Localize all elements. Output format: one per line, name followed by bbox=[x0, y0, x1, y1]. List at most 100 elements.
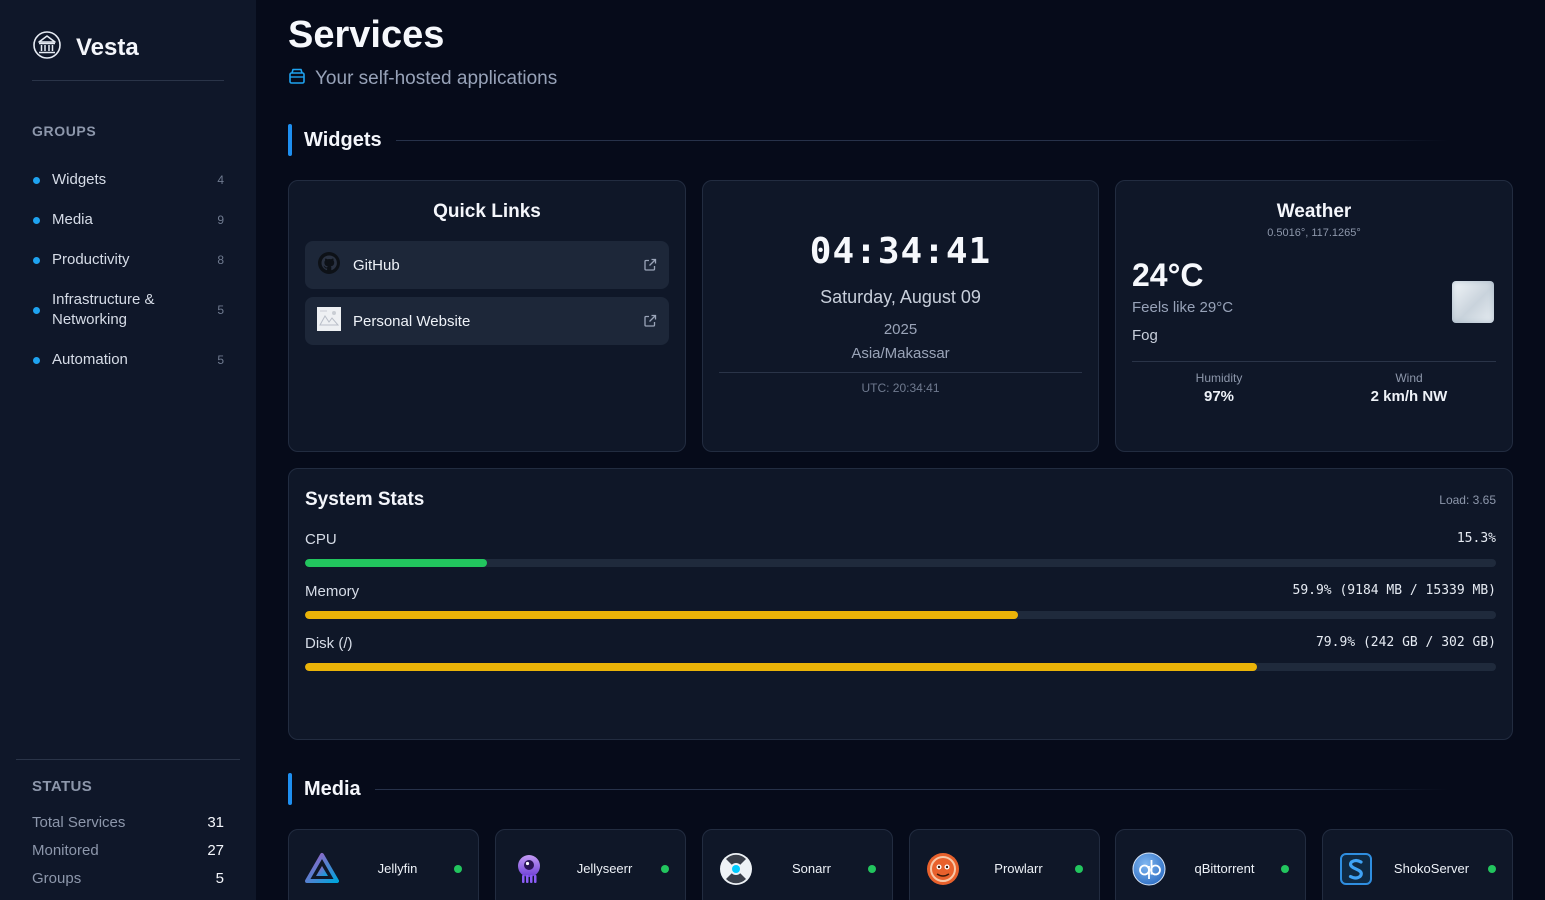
status-indicator bbox=[454, 865, 462, 873]
subtitle-text: Your self-hosted applications bbox=[315, 68, 558, 89]
quick-links-card: Quick Links GitHub Personal Website bbox=[288, 180, 686, 452]
status-list: Total Services 31 Monitored 27 Groups 5 bbox=[32, 808, 224, 892]
clock-time: 04:34:41 bbox=[809, 231, 992, 272]
service-card-shokoserver[interactable]: ShokoServer bbox=[1322, 829, 1513, 900]
stat-label: Humidity bbox=[1195, 371, 1243, 385]
quick-link-label: GitHub bbox=[353, 256, 400, 274]
card-title: System Stats bbox=[305, 489, 425, 510]
service-card-qbittorrent[interactable]: qBittorrent bbox=[1115, 829, 1306, 900]
system-stats-card: System Stats Load: 3.65 CPU 15.3% Memory… bbox=[288, 468, 1513, 740]
sidebar-item-widgets[interactable]: Widgets 4 bbox=[32, 160, 224, 200]
sidebar-item-automation[interactable]: Automation 5 bbox=[32, 340, 224, 380]
progress-fill bbox=[305, 663, 1257, 671]
status-row-groups: Groups 5 bbox=[32, 864, 224, 892]
service-name: Sonarr bbox=[791, 861, 832, 876]
stat-label: CPU bbox=[305, 531, 337, 548]
brand[interactable]: Vesta bbox=[32, 30, 139, 65]
qbittorrent-icon bbox=[1132, 852, 1166, 886]
external-link-icon bbox=[643, 258, 657, 272]
sidebar-item-infrastructure-networking[interactable]: Infrastructure & Networking 5 bbox=[32, 280, 224, 340]
box-icon bbox=[288, 67, 306, 91]
stat-value: 79.9% (242 GB / 302 GB) bbox=[1315, 635, 1496, 650]
sidebar-item-count: 5 bbox=[217, 353, 224, 367]
status-value: 5 bbox=[215, 869, 224, 887]
bullet-dot bbox=[33, 306, 40, 314]
external-link-icon bbox=[643, 314, 657, 328]
status-indicator bbox=[868, 865, 876, 873]
fog-icon bbox=[1452, 281, 1494, 323]
sidebar-item-count: 4 bbox=[217, 173, 224, 187]
status-value: 31 bbox=[207, 813, 224, 831]
service-name: Prowlarr bbox=[994, 861, 1043, 876]
clock-timezone: Asia/Makassar bbox=[851, 345, 950, 362]
weather-card: Weather 0.5016°, 117.1265° 24°C Feels li… bbox=[1115, 180, 1513, 452]
sidebar-item-label: Widgets bbox=[52, 171, 107, 188]
stat-row-cpu: CPU 15.3% bbox=[305, 531, 1496, 581]
progress-fill bbox=[305, 611, 1019, 619]
service-name: qBittorrent bbox=[1194, 861, 1255, 876]
progress-track bbox=[305, 611, 1496, 619]
status-indicator bbox=[1281, 865, 1289, 873]
sidebar-item-label: Media bbox=[52, 211, 93, 228]
section-rule bbox=[395, 139, 1448, 141]
divider bbox=[32, 80, 224, 81]
groups-nav: Widgets 4 Media 9 Productivity 8 Infrast… bbox=[32, 160, 224, 380]
clock-date: Saturday, August 09 bbox=[820, 287, 981, 307]
service-card-sonarr[interactable]: Sonarr bbox=[702, 829, 893, 900]
divider bbox=[16, 759, 240, 760]
stat-row-disk: Disk (/) 79.9% (242 GB / 302 GB) bbox=[305, 635, 1496, 685]
status-value: 27 bbox=[207, 841, 224, 859]
card-title: Weather bbox=[1276, 201, 1352, 222]
section-header-media: Media bbox=[288, 773, 1448, 805]
bullet-dot bbox=[33, 176, 40, 184]
sidebar-item-count: 8 bbox=[217, 253, 224, 267]
status-label: Groups bbox=[32, 869, 82, 887]
card-title: Quick Links bbox=[433, 201, 541, 222]
section-rule bbox=[374, 788, 1448, 790]
sidebar-item-label: Productivity bbox=[52, 251, 130, 268]
sidebar-item-productivity[interactable]: Productivity 8 bbox=[32, 240, 224, 280]
prowlarr-icon bbox=[926, 852, 960, 886]
bullet-dot bbox=[33, 356, 40, 364]
website-thumbnail bbox=[317, 306, 341, 336]
weather-coords: 0.5016°, 117.1265° bbox=[1267, 227, 1361, 239]
progress-track bbox=[305, 663, 1496, 671]
service-name: ShokoServer bbox=[1393, 861, 1470, 876]
divider bbox=[719, 372, 1082, 373]
weather-wind: Wind 2 km/h NW bbox=[1319, 371, 1499, 405]
service-card-jellyseerr[interactable]: Jellyseerr bbox=[495, 829, 686, 900]
progress-track bbox=[305, 559, 1496, 567]
stat-row-memory: Memory 59.9% (9184 MB / 15339 MB) bbox=[305, 583, 1496, 633]
stat-label: Wind bbox=[1395, 371, 1423, 385]
groups-heading: GROUPS bbox=[32, 123, 97, 139]
logo-icon bbox=[32, 30, 62, 65]
page-subtitle: Your self-hosted applications bbox=[288, 67, 557, 91]
section-title: Media bbox=[304, 777, 361, 800]
status-heading: STATUS bbox=[32, 778, 93, 795]
status-label: Monitored bbox=[32, 841, 99, 859]
sidebar-item-label: Infrastructure & Networking bbox=[52, 291, 155, 328]
service-card-prowlarr[interactable]: Prowlarr bbox=[909, 829, 1100, 900]
stat-label: Memory bbox=[305, 583, 360, 600]
stat-value: 15.3% bbox=[1456, 531, 1496, 546]
weather-feels-like: Feels like 29°C bbox=[1132, 299, 1234, 316]
sidebar-item-media[interactable]: Media 9 bbox=[32, 200, 224, 240]
bullet-dot bbox=[33, 216, 40, 224]
sidebar-item-count: 5 bbox=[217, 303, 224, 317]
sidebar-item-label: Automation bbox=[52, 351, 128, 368]
clock-card: 04:34:41 Saturday, August 09 2025 Asia/M… bbox=[702, 180, 1099, 452]
sonarr-icon bbox=[719, 852, 753, 886]
jellyfin-icon bbox=[305, 852, 339, 886]
system-load: Load: 3.65 bbox=[1439, 493, 1496, 507]
quick-link-label: Personal Website bbox=[353, 312, 471, 330]
quick-link-github[interactable]: GitHub bbox=[305, 241, 669, 289]
status-indicator bbox=[1075, 865, 1083, 873]
status-row-total-services: Total Services 31 bbox=[32, 808, 224, 836]
service-card-jellyfin[interactable]: Jellyfin bbox=[288, 829, 479, 900]
shokoserver-icon bbox=[1339, 852, 1373, 886]
service-name: Jellyfin bbox=[377, 861, 418, 876]
quick-link-personal-website[interactable]: Personal Website bbox=[305, 297, 669, 345]
section-header-widgets: Widgets bbox=[288, 124, 1448, 156]
status-label: Total Services bbox=[32, 813, 126, 831]
stat-value: 59.9% (9184 MB / 15339 MB) bbox=[1292, 583, 1497, 598]
